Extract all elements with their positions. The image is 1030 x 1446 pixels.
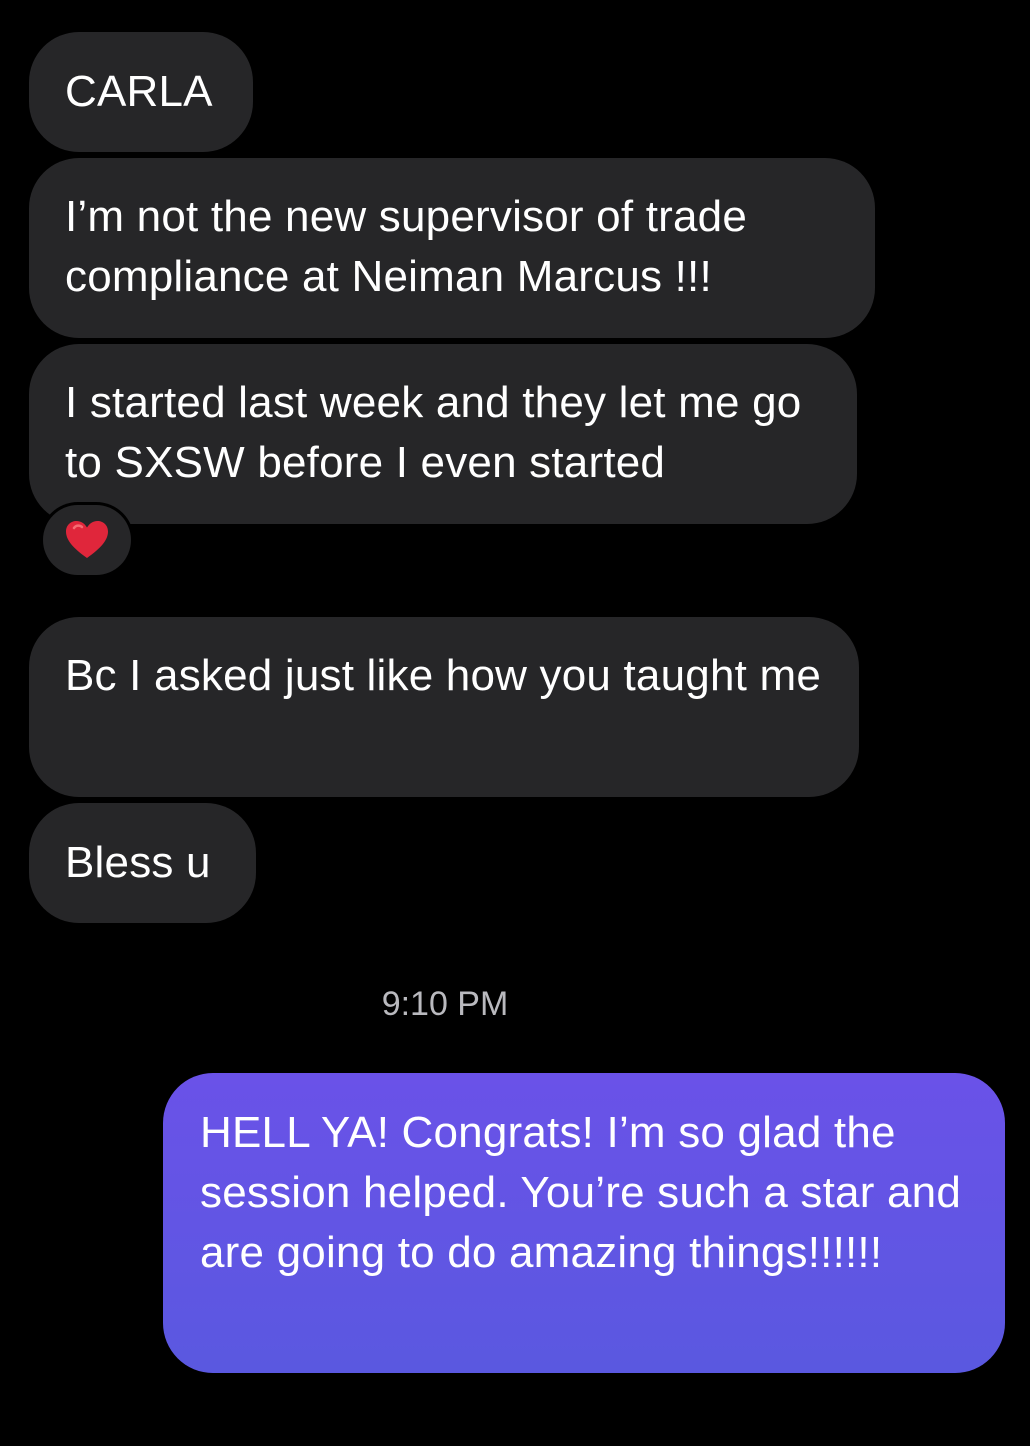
- heart-reaction[interactable]: [43, 505, 131, 575]
- message-text: I started last week and they let me go t…: [65, 378, 802, 487]
- incoming-message-bubble[interactable]: I started last week and they let me go t…: [29, 344, 857, 524]
- incoming-message-bubble[interactable]: CARLA: [29, 32, 253, 152]
- message-text: Bless u: [65, 838, 211, 887]
- incoming-message-bubble[interactable]: Bc I asked just like how you taught me: [29, 617, 859, 797]
- message-text: CARLA: [65, 67, 213, 116]
- outgoing-message-bubble[interactable]: HELL YA! Congrats! I’m so glad the sessi…: [163, 1073, 1005, 1373]
- message-text: I’m not the new supervisor of trade comp…: [65, 192, 747, 301]
- message-timestamp: 9:10 PM: [381, 985, 509, 1023]
- message-text: HELL YA! Congrats! I’m so glad the sessi…: [200, 1108, 962, 1277]
- message-text: Bc I asked just like how you taught me: [65, 651, 821, 700]
- incoming-message-bubble[interactable]: I’m not the new supervisor of trade comp…: [29, 158, 875, 338]
- incoming-message-bubble[interactable]: Bless u: [29, 803, 256, 923]
- heart-icon: [66, 521, 108, 558]
